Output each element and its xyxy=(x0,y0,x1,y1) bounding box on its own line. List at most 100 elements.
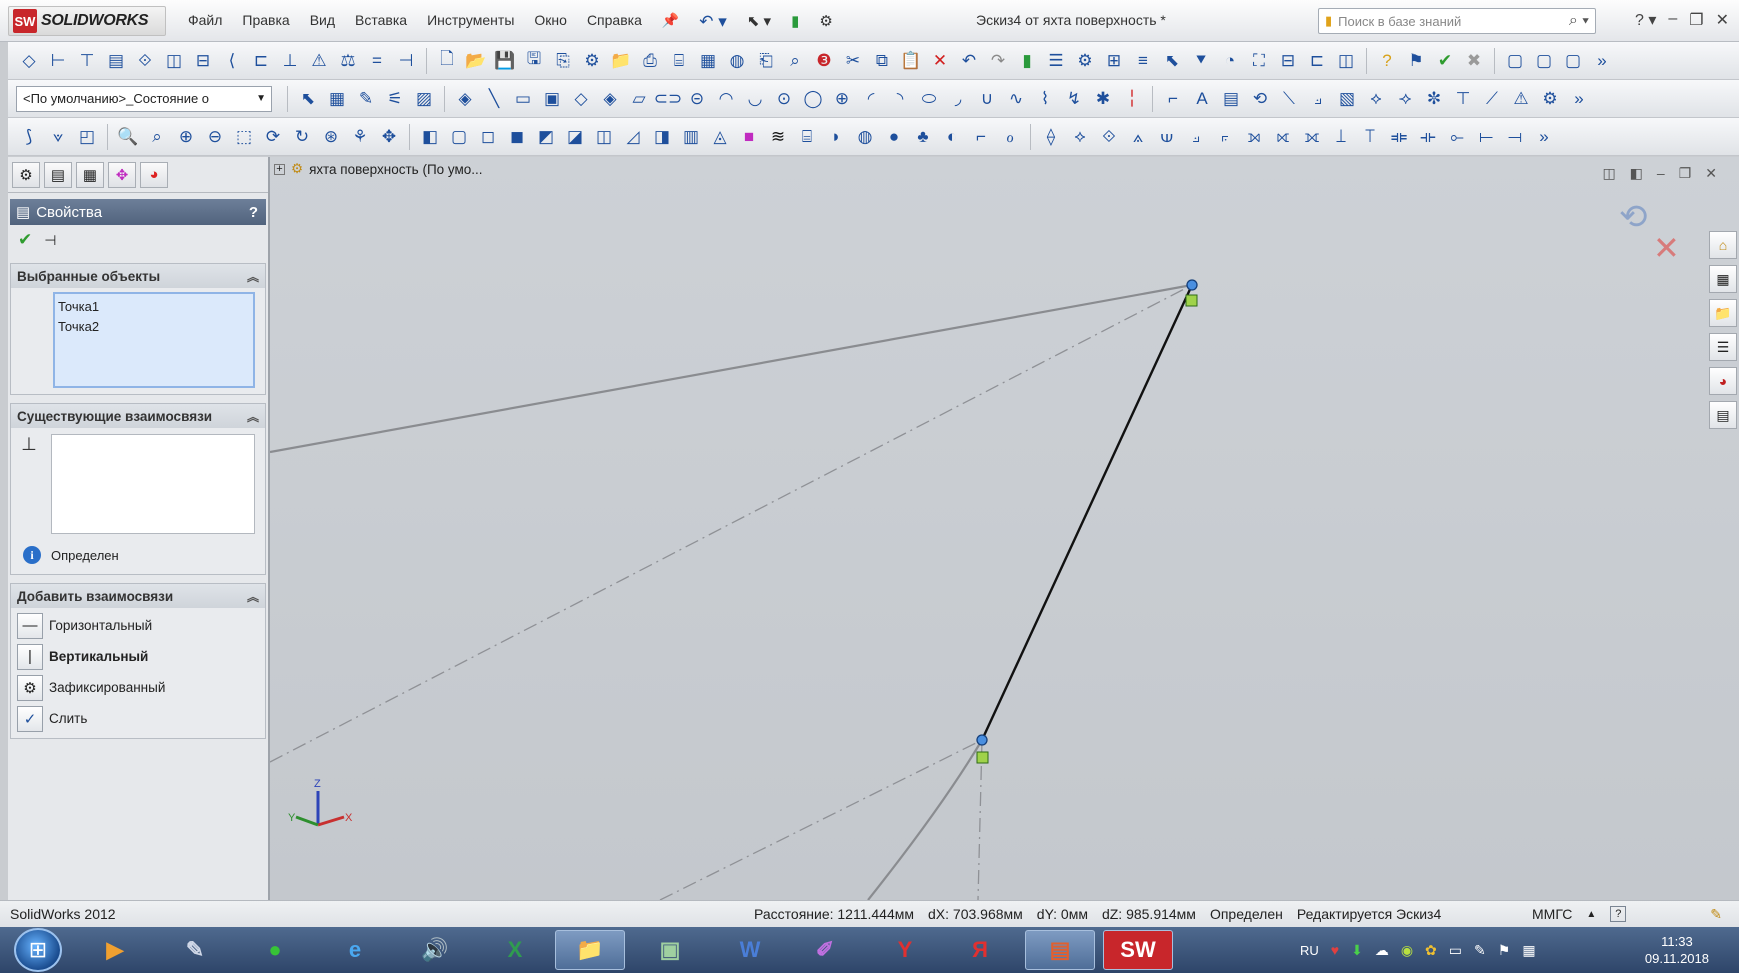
equal-icon[interactable]: = xyxy=(364,48,390,74)
configuration-select[interactable]: <По умолчанию>_Состояние о ▼ xyxy=(16,85,272,112)
list-icon[interactable]: ≡ xyxy=(1130,48,1156,74)
edit-appearance-icon[interactable]: ◍ xyxy=(724,48,750,74)
add-relations-header[interactable]: Добавить взаимосвязи ︽ xyxy=(11,584,265,608)
overflow-icon[interactable]: » xyxy=(1566,86,1592,112)
close-icon[interactable]: ✕ xyxy=(1716,10,1729,30)
undo-icon[interactable]: ↶ ▾ xyxy=(689,12,737,32)
list-item[interactable]: Точка2 xyxy=(58,317,250,337)
3point-rectangle-icon[interactable]: ◇ xyxy=(568,86,594,112)
appearances-icon[interactable]: ◕ xyxy=(1709,367,1737,395)
3point-arc-icon[interactable]: ◝ xyxy=(887,86,913,112)
relation-icon[interactable]: ⚠ xyxy=(1508,86,1534,112)
parallelogram-icon[interactable]: ▱ xyxy=(626,86,652,112)
zebra-icon[interactable]: ▥ xyxy=(678,124,704,150)
zoom-area-icon[interactable]: ⌕ xyxy=(144,124,170,150)
preview-icon[interactable]: ⌕ xyxy=(782,48,808,74)
whats-wrong-icon[interactable]: ⚑ xyxy=(1403,48,1429,74)
options-icon[interactable]: ⚙ xyxy=(1072,48,1098,74)
scenes-icon[interactable]: ♣ xyxy=(910,124,936,150)
minimize-icon[interactable]: – xyxy=(1668,10,1677,30)
solidworks-taskbar-icon[interactable]: SW xyxy=(1103,930,1173,970)
repair-sketch-icon[interactable]: ⚙ xyxy=(1537,86,1563,112)
construction-centerline-long[interactable] xyxy=(270,284,1193,763)
3d-content-icon[interactable]: ❸ xyxy=(811,48,837,74)
spline-on-surface-icon[interactable]: ↯ xyxy=(1061,86,1087,112)
close-icon[interactable]: ✕ xyxy=(1705,165,1717,182)
overflow-icon[interactable]: » xyxy=(1531,124,1557,150)
presentation-app-icon[interactable]: ▤ xyxy=(1025,930,1095,970)
copy-appearance-icon[interactable]: ⎗ xyxy=(753,48,779,74)
parabola-icon[interactable]: ∪ xyxy=(974,86,1000,112)
collapse-chevron-icon[interactable]: ︽ xyxy=(247,408,259,425)
hide-show-annotations-icon[interactable]: ⟗ xyxy=(1299,124,1325,150)
redo-icon[interactable]: ↷ xyxy=(985,48,1011,74)
view-orient-1-icon[interactable]: ▢ xyxy=(1502,48,1528,74)
configuration-manager-tab-icon[interactable]: ▦ xyxy=(76,161,104,188)
hide-show-parting-icon[interactable]: ⟙ xyxy=(1357,124,1383,150)
help-button[interactable]: ? xyxy=(249,204,258,221)
add-relation-fixed[interactable]: ⚙ Зафиксированный xyxy=(11,672,265,703)
hide-show-curves-icon[interactable]: ⟕ xyxy=(1241,124,1267,150)
open-icon[interactable]: 📂 xyxy=(463,48,489,74)
rectangle-icon[interactable]: ▭ xyxy=(510,86,536,112)
hide-show-lights-icon[interactable]: ⟛ xyxy=(1415,124,1441,150)
minimize-icon[interactable]: – xyxy=(1657,165,1665,182)
view-orientation-icon[interactable]: ◧ xyxy=(417,124,443,150)
add-relation-icon[interactable]: ⊥ xyxy=(277,48,303,74)
unit-system[interactable]: ММГС xyxy=(1532,906,1572,922)
expand-plus-icon[interactable]: + xyxy=(274,163,285,175)
3point-center-rectangle-icon[interactable]: ◈ xyxy=(597,86,623,112)
scan-equal-icon[interactable]: ⚖ xyxy=(335,48,361,74)
dimxpert-manager-tab-icon[interactable]: ✥ xyxy=(108,161,136,188)
graphics-area[interactable]: + ⚙ яхта поверхность (По умо... ◫ ◧ – ❐ … xyxy=(270,157,1739,900)
rgb-appearance-icon[interactable]: ■ xyxy=(736,124,762,150)
tool-tray-icon[interactable]: ✎ xyxy=(1474,942,1486,959)
sketch-icon[interactable]: ✎ xyxy=(353,86,379,112)
center-slot-icon[interactable]: ⊝ xyxy=(684,86,710,112)
center-rectangle-icon[interactable]: ▣ xyxy=(539,86,565,112)
smart-dim-icon[interactable]: ◈ xyxy=(452,86,478,112)
menu-help[interactable]: Справка xyxy=(577,12,652,32)
center-arc-icon[interactable]: ⊕ xyxy=(829,86,855,112)
cameras-icon[interactable]: ⌸ xyxy=(794,124,820,150)
property-manager-tab-icon[interactable]: ▤ xyxy=(44,161,72,188)
system-tool-icon[interactable]: ✎ xyxy=(160,930,230,970)
word-icon[interactable]: W xyxy=(715,930,785,970)
ellipse-icon[interactable]: ⬭ xyxy=(916,86,942,112)
plane-icon[interactable]: ▤ xyxy=(1218,86,1244,112)
design-library-icon[interactable]: 📁 xyxy=(1709,299,1737,327)
vertical-dimension-icon[interactable]: ⊤ xyxy=(74,48,100,74)
ordinate-dimension-icon[interactable]: ⟐ xyxy=(132,48,158,74)
custom-properties-icon[interactable]: ▤ xyxy=(1709,401,1737,429)
chevron-up-icon[interactable]: ▲ xyxy=(1586,909,1596,920)
sketch-point-2[interactable] xyxy=(976,734,988,746)
selected-objects-header[interactable]: Выбранные объекты ︽ xyxy=(11,264,265,288)
pan-icon[interactable]: ✥ xyxy=(376,124,402,150)
antivirus-tray-icon[interactable]: ♥ xyxy=(1331,942,1339,958)
straight-slot-icon[interactable]: ⊂⊃ xyxy=(654,86,683,112)
excel-icon[interactable]: X xyxy=(480,930,550,970)
green-tray-icon[interactable]: ◉ xyxy=(1401,942,1413,959)
construction-line-upper[interactable] xyxy=(270,283,1193,454)
lights-icon[interactable]: ◐ xyxy=(939,124,965,150)
spline-icon[interactable]: ∿ xyxy=(1003,86,1029,112)
save-icon[interactable]: 💾 xyxy=(492,48,518,74)
ok-check-icon[interactable]: ✔ xyxy=(18,230,32,250)
collapse-chevron-icon[interactable]: ︽ xyxy=(247,588,259,605)
point-icon[interactable]: ✱ xyxy=(1090,86,1116,112)
split-vertical-icon[interactable]: ◧ xyxy=(1630,165,1643,182)
chamfer-dimension-icon[interactable]: ◫ xyxy=(161,48,187,74)
undo-icon[interactable]: ↶ xyxy=(956,48,982,74)
view-orient-2-icon[interactable]: ▢ xyxy=(1531,48,1557,74)
reject-icon[interactable]: ✖ xyxy=(1461,48,1487,74)
pushpin-icon[interactable]: ⊣ xyxy=(44,232,56,249)
extend-icon[interactable]: ⟢ xyxy=(1392,86,1418,112)
green-app-icon[interactable]: ● xyxy=(240,930,310,970)
hide-show-axes-icon[interactable]: ⟡ xyxy=(1067,124,1093,150)
display-relations-icon[interactable]: ⚠ xyxy=(306,48,332,74)
hidden-lines-removed-icon[interactable]: ◼ xyxy=(504,124,530,150)
centerline-icon[interactable]: ╎ xyxy=(1119,86,1145,112)
home-icon[interactable]: ⌂ xyxy=(1709,231,1737,259)
language-indicator[interactable]: RU xyxy=(1300,943,1319,958)
resources-icon[interactable]: ▦ xyxy=(1709,265,1737,293)
